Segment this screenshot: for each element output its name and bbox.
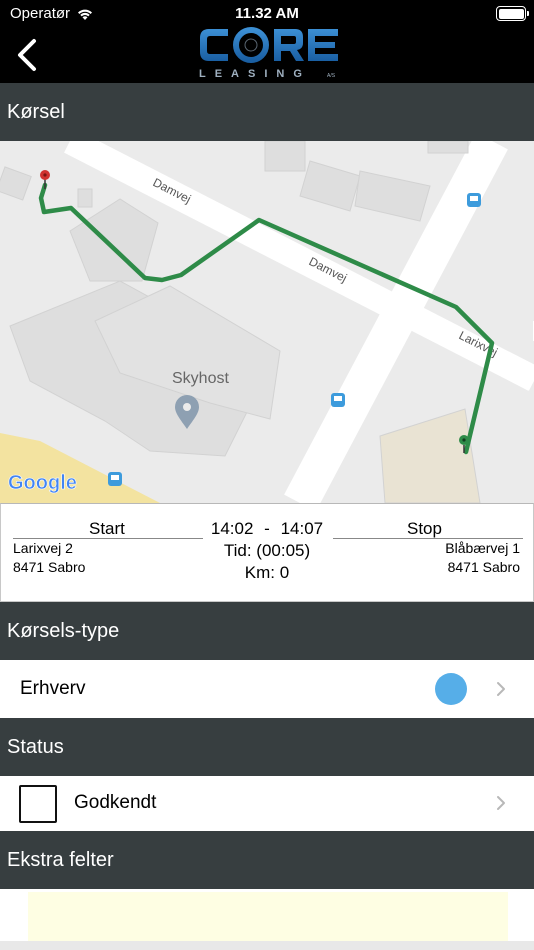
trip-duration-value: (00:05)	[256, 541, 311, 560]
chevron-right-icon	[497, 682, 505, 696]
approved-label: Godkendt	[74, 792, 157, 813]
battery-icon	[496, 6, 529, 21]
start-address-line2: 8471 Sabro	[13, 559, 86, 575]
approved-checkbox[interactable]	[19, 785, 57, 823]
section-header-trip-type: Kørsels-type	[0, 602, 534, 660]
stop-address-line1: Blåbærvej 1	[445, 540, 520, 556]
section-title-trip: Kørsel	[7, 100, 65, 123]
status-row[interactable]: Godkendt	[0, 776, 534, 831]
trip-duration-label: Tid:	[223, 541, 252, 560]
core-leasing-logo: LEASING A/S	[197, 24, 342, 84]
map-place-label: Skyhost	[172, 370, 229, 387]
route-map[interactable]: Damvej Damvej Larixvej Skyhost Google	[0, 141, 534, 503]
bottom-strip	[0, 941, 534, 950]
section-title-extra-fields: Ekstra felter	[7, 848, 114, 871]
bus-stop-icon	[331, 393, 345, 407]
section-header-status: Status	[0, 718, 534, 776]
trip-duration: Tid: (00:05)	[201, 541, 333, 561]
top-bar: Operatør 11.32 AM LEASING A/S	[0, 0, 534, 83]
bus-stop-icon	[108, 472, 122, 486]
trip-type-row[interactable]: Erhverv	[0, 660, 534, 718]
trip-time-range: 14:02 - 14:07	[201, 519, 333, 539]
bus-stop-icon	[467, 193, 481, 207]
chevron-left-icon	[18, 39, 36, 71]
start-address: Larixvej 2 8471 Sabro	[13, 539, 85, 577]
start-address-line1: Larixvej 2	[13, 540, 73, 556]
trip-time-separator: -	[264, 519, 270, 538]
logo-suffix: A/S	[327, 73, 336, 79]
extra-field-input[interactable]	[28, 892, 508, 942]
stop-address-line2: 8471 Sabro	[447, 559, 520, 575]
trip-distance-value: 0	[279, 563, 290, 582]
trip-type-value: Erhverv	[20, 678, 86, 699]
section-header-trip: Kørsel	[0, 83, 534, 141]
section-title-trip-type: Kørsels-type	[7, 619, 120, 642]
trip-distance-label: Km:	[244, 563, 276, 582]
stop-label: Stop	[407, 519, 442, 538]
trip-type-indicator	[435, 673, 467, 705]
section-header-extra-fields: Ekstra felter	[0, 831, 534, 889]
trip-summary: Start Larixvej 2 8471 Sabro 14:02 - 14:0…	[0, 503, 534, 602]
google-attribution: Google	[8, 472, 77, 494]
map-canvas: Damvej Damvej Larixvej Skyhost Google	[0, 141, 534, 503]
status-time: 11.32 AM	[235, 5, 299, 22]
back-button[interactable]	[12, 38, 42, 72]
chevron-right-icon	[497, 796, 505, 810]
trip-start-time: 14:02	[210, 519, 254, 538]
trip-end-time: 14:07	[280, 519, 324, 538]
section-title-status: Status	[7, 735, 64, 758]
logo-subword: LEASING	[199, 68, 311, 80]
stop-address: Blåbærvej 1 8471 Sabro	[445, 539, 520, 577]
trip-distance: Km: 0	[201, 563, 333, 583]
start-label: Start	[89, 519, 125, 538]
